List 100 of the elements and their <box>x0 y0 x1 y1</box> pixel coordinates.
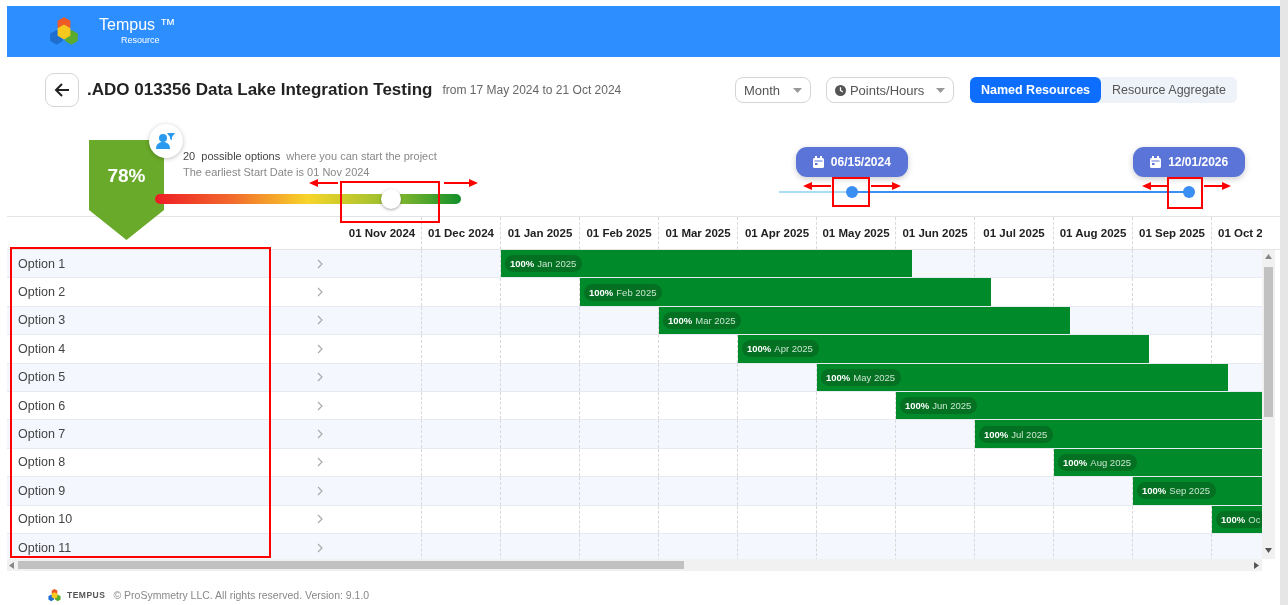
option-name[interactable]: Option 9 <box>18 483 66 498</box>
logo-icon <box>47 587 62 603</box>
percent-text: 100% <box>1063 456 1088 468</box>
earliest-start-text: The earliest Start Date is 01 Nov 2024 <box>183 166 371 178</box>
month-header: 01 Oct 2 <box>1217 226 1262 241</box>
percent-text: 100% <box>589 286 614 298</box>
month-text: Jan 2025 <box>537 258 577 270</box>
clock-icon <box>834 84 846 96</box>
gantt-bar[interactable]: 100% Jun 2025 <box>896 391 1262 420</box>
gantt-bar[interactable]: 100% Aug 2025 <box>1054 448 1262 477</box>
gantt-bar[interactable]: 100% May 2025 <box>817 363 1228 391</box>
option-name[interactable]: Option 7 <box>18 427 66 442</box>
annotation-arrow <box>803 182 832 190</box>
gantt-bar[interactable]: 100% Oc <box>1212 505 1262 533</box>
gantt-bar[interactable]: 100% Mar 2025 <box>659 306 1070 335</box>
app-name: Tempus ™ <box>99 16 176 34</box>
option-name[interactable]: Option 10 <box>18 512 73 527</box>
percent-text: 100% <box>510 258 535 270</box>
chevron-icon[interactable] <box>317 400 323 411</box>
month-header: 01 Dec 2024 <box>422 217 501 249</box>
option-name[interactable]: Option 8 <box>18 455 66 470</box>
month-text: Oc <box>1248 513 1261 525</box>
chevron-icon[interactable] <box>317 315 323 326</box>
filter-user-button[interactable] <box>149 124 183 158</box>
horizontal-scrollbar[interactable] <box>7 559 1262 571</box>
date-pill[interactable]: 12/01/2026 <box>1133 147 1246 177</box>
gantt-bar[interactable]: 100% Apr 2025 <box>738 335 1149 363</box>
month-text: Apr 2025 <box>774 343 813 355</box>
month-header: 01 Nov 2024 <box>343 217 422 249</box>
percent-text: 100% <box>984 428 1009 440</box>
view-mode-tab[interactable]: Named Resources <box>969 77 1102 103</box>
month-text: Jun 2025 <box>932 400 972 412</box>
unit-dropdown[interactable]: Points/Hours <box>825 77 954 103</box>
scroll-up-icon[interactable] <box>1265 254 1272 259</box>
month-header: 01 Feb 2025 <box>580 217 659 249</box>
back-arrow-icon <box>54 83 70 97</box>
percent-text: 100% <box>905 400 930 412</box>
annotation-arrow <box>870 182 901 190</box>
annotation-box <box>1167 177 1203 209</box>
gantt-bar[interactable]: 100% Jul 2025 <box>975 420 1262 448</box>
chevron-icon[interactable] <box>317 429 323 440</box>
option-name[interactable]: Option 3 <box>18 313 66 328</box>
month-header: 01 Jun 2025 <box>896 217 975 249</box>
chevron-icon[interactable] <box>317 343 323 354</box>
gantt-bar[interactable]: 100% Jan 2025 <box>501 250 912 278</box>
month-header: 01 Jul 2025 <box>975 217 1054 249</box>
percent-text: 100% <box>1142 485 1167 497</box>
chevron-icon[interactable] <box>317 514 323 525</box>
chevron-icon[interactable] <box>317 258 323 269</box>
score-percent: 78% <box>106 165 147 187</box>
scroll-down-icon[interactable] <box>1265 548 1272 553</box>
option-name[interactable]: Option 1 <box>18 256 66 271</box>
chevron-icon[interactable] <box>317 457 323 468</box>
slider-thumb[interactable] <box>380 189 401 209</box>
chevron-icon[interactable] <box>317 485 323 496</box>
caret-icon <box>792 87 802 93</box>
month-header: 01 Apr 2025 <box>738 217 817 249</box>
slider-thumb[interactable] <box>845 186 858 198</box>
percent-text: 100% <box>747 343 772 355</box>
month-header: 01 Aug 2025 <box>1054 217 1133 249</box>
footer-brand: TEMPUS <box>67 590 106 600</box>
user-filter-icon <box>156 132 176 150</box>
month-text: Mar 2025 <box>695 314 736 326</box>
chevron-icon[interactable] <box>317 372 323 383</box>
slider-thumb[interactable] <box>1183 186 1196 198</box>
chevron-icon[interactable] <box>317 542 323 553</box>
month-text: Jul 2025 <box>1011 428 1048 440</box>
date-pill[interactable]: 06/15/2024 <box>795 147 908 177</box>
option-name[interactable]: Option 5 <box>18 370 66 385</box>
annotation-box <box>832 177 870 207</box>
project-title: .ADO 013356 Data Lake Integration Testing <box>87 80 433 100</box>
percent-text: 100% <box>826 371 851 383</box>
annotation-arrow <box>1142 182 1168 190</box>
scroll-left-icon[interactable] <box>9 562 14 569</box>
back-button[interactable] <box>45 73 79 107</box>
options-summary: 20 possible options where you can start the project <box>183 150 438 162</box>
option-name[interactable]: Option 4 <box>18 341 66 356</box>
vertical-scrollbar[interactable] <box>1262 250 1275 559</box>
month-header: 01 Mar 2025 <box>659 217 738 249</box>
scroll-right-icon[interactable] <box>1254 562 1259 569</box>
option-name[interactable]: Option 2 <box>18 285 66 300</box>
option-name[interactable]: Option 11 <box>18 540 72 555</box>
app-subtitle: Resource <box>121 35 161 45</box>
annotation-arrow <box>1203 182 1231 190</box>
month-header: 01 Jan 2025 <box>501 217 580 249</box>
gantt-bar[interactable]: 100% Feb 2025 <box>580 278 991 306</box>
percent-text: 100% <box>1221 513 1246 525</box>
chevron-icon[interactable] <box>317 287 323 298</box>
gantt-bar[interactable]: 100% Sep 2025 <box>1133 477 1262 505</box>
month-text: Feb 2025 <box>616 286 657 298</box>
period-dropdown[interactable]: Month <box>734 77 811 103</box>
month-header: 01 May 2025 <box>817 217 896 249</box>
annotation-arrow <box>443 179 478 187</box>
option-name[interactable]: Option 6 <box>18 398 66 413</box>
calendar-icon <box>1150 156 1162 168</box>
project-dates: from 17 May 2024 to 21 Oct 2024 <box>442 83 622 97</box>
month-header: 01 Sep 2025 <box>1133 217 1212 249</box>
percent-text: 100% <box>668 314 693 326</box>
score-slider[interactable] <box>155 189 461 209</box>
caret-icon <box>935 87 945 93</box>
